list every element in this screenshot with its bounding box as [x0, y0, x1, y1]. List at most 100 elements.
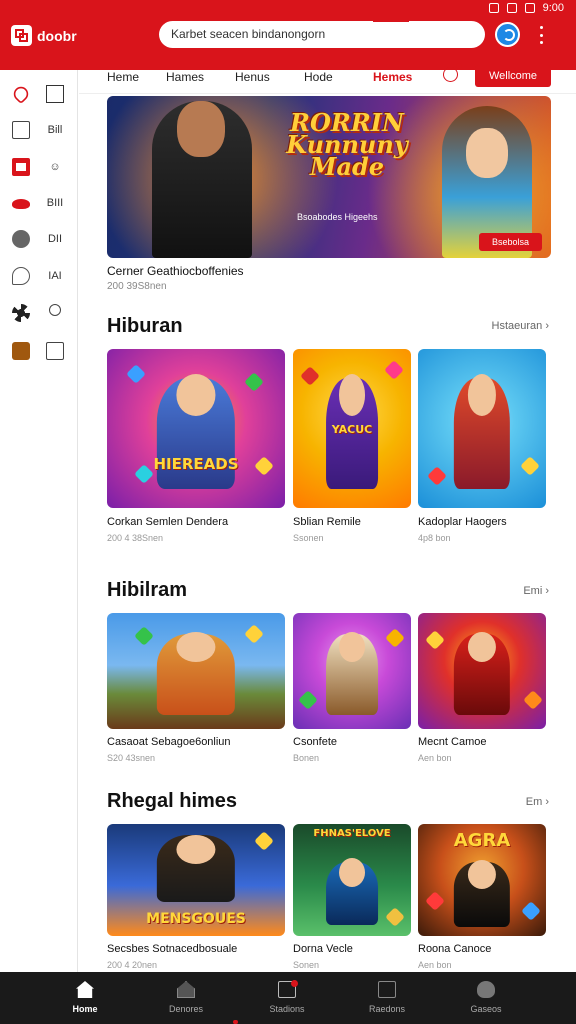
sidebar-item-gift[interactable] — [0, 333, 78, 369]
sidebar-item-media[interactable]: ☺ — [0, 149, 78, 185]
hero-cta-button[interactable]: Bsebolsa — [479, 233, 542, 251]
game-card[interactable] — [418, 349, 546, 508]
nav-store[interactable]: Denores — [136, 972, 236, 1024]
game-card[interactable]: FHNAS'ELOVE — [293, 824, 411, 936]
game-card[interactable]: YACUC — [293, 349, 411, 508]
notification-bell-icon[interactable] — [443, 63, 462, 82]
app-header: 9:00 doobr Karbet seacen bindanongorn — [0, 0, 576, 70]
hero-singer-figure — [152, 101, 252, 258]
active-tab-indicator — [373, 20, 409, 22]
tab-mode[interactable]: Hode — [304, 70, 333, 84]
store-icon — [177, 981, 195, 998]
game-thumbnail: MENSGOUES — [107, 824, 285, 936]
game-title[interactable]: Kadoplar Haogers — [418, 516, 507, 528]
sidebar-item-cloud[interactable]: BIII — [0, 185, 78, 221]
game-title[interactable]: Casaoat Sebagoe6onliun — [107, 736, 231, 748]
game-thumbnail — [418, 613, 546, 729]
search-input[interactable]: Karbet seacen bindanongorn — [159, 21, 485, 48]
hero-banner[interactable]: RORRIN Kunnuny Made Bsoabodes Higeehs Bs… — [107, 96, 551, 258]
game-title[interactable]: Corkan Semlen Dendera — [107, 516, 228, 528]
package-icon — [46, 342, 64, 360]
hero-subtitle: Bsoabodes Higeehs — [297, 212, 378, 222]
section-title-hibilram: Hibilram — [107, 579, 188, 601]
home-icon — [76, 981, 94, 998]
tab-games[interactable]: Hames — [166, 70, 204, 84]
tab-home[interactable]: Heme — [107, 70, 139, 84]
game-card[interactable] — [293, 613, 411, 729]
app-logo[interactable]: doobr — [11, 25, 77, 46]
game-title[interactable]: Roona Canoce — [418, 943, 491, 955]
grid-icon — [12, 121, 30, 139]
search-icon — [46, 304, 64, 322]
game-meta: 4p8 bon — [418, 533, 451, 543]
nav-label: Gaseos — [470, 1004, 502, 1014]
sidebar-item-fan[interactable] — [0, 295, 78, 331]
game-logo-text: YACUC — [331, 423, 373, 437]
sidebar: Bill ☺ BIII DII IAI — [0, 70, 78, 972]
section-more-link[interactable]: Em › — [526, 796, 549, 808]
game-meta: Aen bon — [418, 960, 452, 970]
tab-menus[interactable]: Henus — [235, 70, 270, 84]
game-card[interactable]: AGRA — [418, 824, 546, 936]
sidebar-item-globe[interactable]: DII — [0, 221, 78, 257]
user-icon — [477, 981, 495, 998]
game-thumbnail — [418, 349, 546, 508]
wifi-icon — [506, 3, 517, 13]
game-thumbnail: AGRA — [418, 824, 546, 936]
sidebar-item-label: BIII — [46, 197, 64, 209]
game-title[interactable]: Csonfete — [293, 736, 337, 748]
section-title-rhegal: Rhegal himes — [107, 790, 238, 812]
nav-profile[interactable]: Gaseos — [436, 972, 536, 1024]
game-card[interactable] — [418, 613, 546, 729]
game-logo-text: MENSGOUES — [146, 911, 246, 928]
sidebar-item-chat[interactable]: IAI — [0, 258, 78, 294]
section-more-link[interactable]: Hstaeuran › — [492, 320, 550, 332]
nav-rewards[interactable]: Raedons — [337, 972, 437, 1024]
game-card[interactable]: MENSGOUES — [107, 824, 285, 936]
game-meta: 200 4 20nen — [107, 960, 158, 970]
box-icon — [378, 981, 396, 998]
cloud-icon — [12, 199, 30, 209]
game-thumbnail: YACUC — [293, 349, 411, 508]
game-card[interactable] — [107, 613, 285, 729]
game-thumbnail — [107, 613, 285, 729]
nav-label: Denores — [168, 1004, 204, 1014]
tabs-divider — [79, 93, 576, 94]
game-logo-text: HIEREADS — [153, 455, 239, 474]
hero-title: RORRIN Kunnuny Made — [286, 108, 408, 181]
bottom-navigation: Home Denores Stadions Raedons Gaseos — [0, 972, 576, 1024]
profile-avatar-button[interactable] — [495, 22, 520, 47]
game-thumbnail — [293, 613, 411, 729]
tab-active[interactable]: Hemes — [373, 70, 412, 84]
sidebar-item-grid[interactable]: Bill — [0, 112, 78, 148]
game-meta: Aen bon — [418, 753, 452, 763]
game-thumbnail: HIEREADS — [107, 349, 285, 508]
welcome-button[interactable]: Wellcome — [475, 65, 551, 87]
hero-caption[interactable]: Cerner Geathiocboffenies — [107, 264, 244, 278]
game-title[interactable]: Dorna Vecle — [293, 943, 353, 955]
game-card[interactable]: HIEREADS — [107, 349, 285, 508]
fan-icon — [12, 304, 30, 322]
nav-home[interactable]: Home — [35, 972, 135, 1024]
nav-label: Home — [72, 1004, 98, 1014]
section-more-link[interactable]: Emi › — [523, 585, 549, 597]
sidebar-item-label: IAI — [48, 270, 62, 282]
hero-meta: 200 39S8nen — [107, 281, 167, 292]
notification-icon — [488, 3, 499, 13]
active-indicator — [233, 1020, 238, 1024]
game-title[interactable]: Mecnt Camoe — [418, 736, 486, 748]
people-icon: ☺ — [49, 161, 61, 173]
logo-icon — [11, 25, 32, 46]
game-logo-text: AGRA — [453, 830, 511, 851]
game-title[interactable]: Secsbes Sotnacedbosuale — [107, 943, 237, 955]
chat-icon — [12, 267, 30, 285]
nav-label: Stadions — [269, 1004, 305, 1014]
game-logo-text: FHNAS'ELOVE — [313, 828, 391, 839]
more-menu-icon[interactable] — [540, 26, 544, 44]
nav-stats[interactable]: Stadions — [237, 972, 337, 1024]
section-title-hiburan: Hiburan — [107, 315, 183, 337]
signal-icon — [524, 3, 535, 13]
sidebar-item-favorites[interactable] — [0, 76, 78, 112]
game-title[interactable]: Sblian Remile — [293, 516, 361, 528]
notification-badge — [291, 980, 298, 987]
